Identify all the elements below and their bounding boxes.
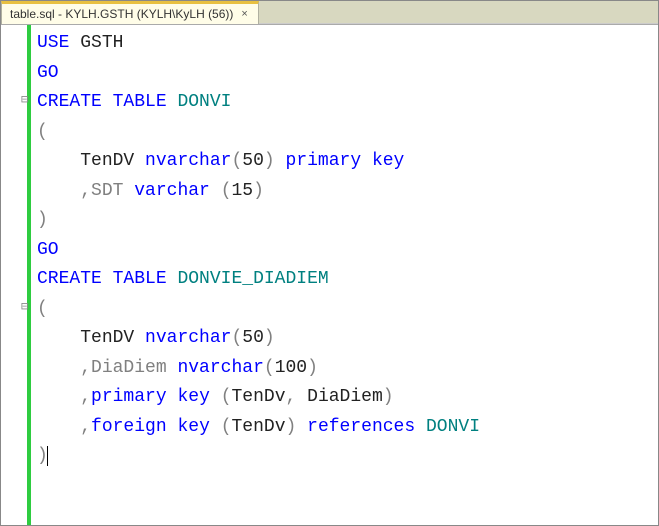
number: 15 [232, 181, 254, 201]
tab-title: table.sql - KYLH.GSTH (KYLH\KyLH (56)) [10, 7, 233, 21]
text-caret [47, 446, 48, 466]
paren: ) [37, 210, 48, 230]
fold-icon[interactable]: ⊟ [21, 93, 28, 105]
keyword-type: nvarchar [177, 358, 263, 378]
keyword-foreign: foreign [91, 417, 167, 437]
paren: ( [221, 387, 232, 407]
paren: ) [383, 387, 394, 407]
comma: , [286, 387, 297, 407]
identifier: DiaDiem [307, 387, 383, 407]
paren: ) [286, 417, 297, 437]
keyword-type: nvarchar [145, 328, 231, 348]
close-icon[interactable]: × [239, 8, 249, 20]
keyword-key: key [177, 417, 209, 437]
identifier: DONVI [177, 92, 231, 112]
comma: , [80, 417, 91, 437]
comma: ,SDT [80, 181, 123, 201]
identifier: TenDV [80, 328, 134, 348]
keyword-primary: primary [286, 151, 362, 171]
comma: , [80, 387, 91, 407]
keyword-create: CREATE [37, 269, 102, 289]
keyword-primary: primary [91, 387, 167, 407]
keyword-type: varchar [134, 181, 210, 201]
keyword-references: references [307, 417, 415, 437]
identifier: DONVIE_DIADIEM [177, 269, 328, 289]
file-tab[interactable]: table.sql - KYLH.GSTH (KYLH\KyLH (56)) × [1, 1, 259, 24]
paren: ) [264, 328, 275, 348]
keyword-key: key [372, 151, 404, 171]
keyword-go: GO [37, 63, 59, 83]
keyword-table: TABLE [113, 92, 167, 112]
keyword-go: GO [37, 240, 59, 260]
number: 100 [275, 358, 307, 378]
identifier: TenDv [232, 417, 286, 437]
identifier: TenDV [80, 151, 134, 171]
code-content[interactable]: USE GSTH GO CREATE TABLE DONVI ( TenDV n… [31, 25, 658, 525]
code-editor[interactable]: ⊟ ⊟ USE GSTH GO CREATE TABLE DONVI ( Ten… [1, 25, 658, 525]
tab-bar-spacer [259, 1, 658, 24]
paren: ( [231, 151, 242, 171]
number: 50 [242, 151, 264, 171]
keyword-create: CREATE [37, 92, 102, 112]
editor-margin: ⊟ ⊟ [1, 25, 31, 525]
paren: ( [231, 328, 242, 348]
keyword-key: key [177, 387, 209, 407]
number: 50 [242, 328, 264, 348]
paren: ( [37, 122, 48, 142]
tab-bar: table.sql - KYLH.GSTH (KYLH\KyLH (56)) × [1, 1, 658, 25]
identifier: GSTH [80, 33, 123, 53]
keyword-type: nvarchar [145, 151, 231, 171]
keyword-use: USE [37, 33, 69, 53]
paren: ( [221, 417, 232, 437]
paren: ) [307, 358, 318, 378]
comma: ,DiaDiem [80, 358, 166, 378]
paren: ( [264, 358, 275, 378]
identifier: DONVI [426, 417, 480, 437]
paren: ) [253, 181, 264, 201]
paren: ) [264, 151, 275, 171]
fold-icon[interactable]: ⊟ [21, 300, 28, 312]
paren: ( [37, 299, 48, 319]
identifier: TenDv [232, 387, 286, 407]
keyword-table: TABLE [113, 269, 167, 289]
paren: ( [221, 181, 232, 201]
